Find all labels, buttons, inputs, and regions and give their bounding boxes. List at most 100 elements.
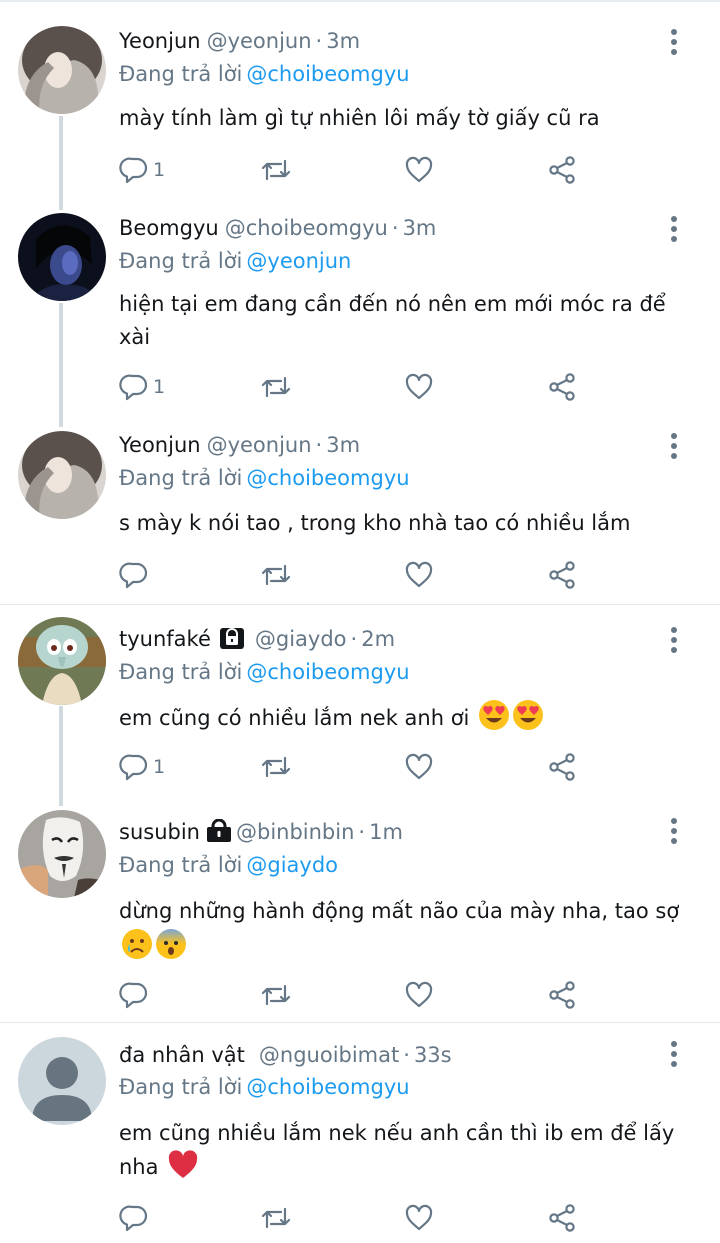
retweet-button[interactable]: [259, 557, 293, 593]
avatar[interactable]: [18, 213, 106, 301]
username[interactable]: @binbinbin: [236, 820, 354, 844]
mention-link[interactable]: @choibeomgyu: [246, 62, 409, 86]
reply-button[interactable]: [119, 977, 153, 1013]
heart-icon: [405, 753, 433, 780]
timestamp[interactable]: 33s: [414, 1043, 452, 1067]
more-vertical-icon[interactable]: [664, 816, 684, 846]
reply-button[interactable]: 1: [119, 152, 165, 188]
mention-link[interactable]: @yeonjun: [246, 249, 351, 273]
share-button[interactable]: [547, 1200, 577, 1236]
like-button[interactable]: [404, 1200, 434, 1236]
tweet[interactable]: Beomgyu @choibeomgyu · 3m Đang trả lời @yeon…: [0, 210, 720, 427]
tweet-header: tyunfaké @giaydo · 2m: [119, 625, 395, 657]
reply-count: 1: [153, 376, 166, 398]
more-vertical-icon[interactable]: [664, 214, 684, 244]
tweet[interactable]: đa nhân vật @nguoibimat · 33s Đang trả lời @…: [0, 1023, 720, 1243]
avatar[interactable]: [18, 810, 106, 898]
replying-label: Đang trả lời: [119, 249, 243, 273]
more-vertical-icon[interactable]: [664, 431, 684, 461]
separator-dot: ·: [350, 627, 358, 651]
retweet-button[interactable]: [259, 977, 293, 1013]
reply-icon: [119, 754, 148, 781]
timestamp[interactable]: 3m: [403, 216, 437, 240]
username[interactable]: @choibeomgyu: [225, 216, 388, 240]
replying-to: Đang trả lời @choibeomgyu: [119, 658, 410, 686]
reply-count: 1: [153, 756, 166, 778]
tweet-text: dừng những hành động mất não của mày nha…: [119, 895, 689, 970]
share-button[interactable]: [547, 557, 577, 593]
retweet-button[interactable]: [259, 152, 293, 188]
like-button[interactable]: [404, 977, 434, 1013]
mention-link[interactable]: @choibeomgyu: [246, 660, 409, 684]
username[interactable]: @nguoibimat: [259, 1043, 399, 1067]
replying-label: Đang trả lời: [119, 466, 243, 490]
like-button[interactable]: [404, 152, 434, 188]
display-name[interactable]: tyunfaké: [119, 627, 211, 651]
separator-dot: ·: [403, 1043, 410, 1067]
reply-button[interactable]: 1: [119, 369, 165, 405]
username[interactable]: @giaydo: [255, 627, 347, 651]
tweet-text: mày tính làm gì tự nhiên lôi mấy tờ giấy…: [119, 102, 689, 135]
display-name[interactable]: susubin: [119, 820, 200, 844]
display-name[interactable]: Yeonjun: [119, 433, 201, 457]
more-vertical-icon[interactable]: [664, 625, 684, 655]
display-name[interactable]: Yeonjun: [119, 29, 201, 53]
retweet-button[interactable]: [259, 1200, 293, 1236]
replying-to: Đang trả lời @yeonjun: [119, 247, 351, 275]
reply-icon: [119, 562, 148, 589]
timestamp[interactable]: 3m: [326, 433, 360, 457]
timestamp[interactable]: 2m: [361, 627, 395, 651]
tweet-actions: [119, 557, 589, 593]
mention-link[interactable]: @choibeomgyu: [246, 466, 409, 490]
tweet-actions: [119, 1200, 589, 1236]
tweet[interactable]: tyunfaké @giaydo · 2m Đang trả lời @choibeom…: [0, 605, 720, 807]
tweet-actions: [119, 977, 589, 1013]
retweet-button[interactable]: [259, 369, 293, 405]
mention-link[interactable]: @choibeomgyu: [246, 1075, 409, 1099]
tweet-text-content: hiện tại em đang cần đến nó nên em mới m…: [119, 292, 666, 349]
timestamp[interactable]: 1m: [369, 820, 403, 844]
username[interactable]: @yeonjun: [207, 433, 312, 457]
username[interactable]: @yeonjun: [207, 29, 312, 53]
timestamp[interactable]: 3m: [326, 29, 360, 53]
replying-label: Đang trả lời: [119, 853, 243, 877]
reply-button[interactable]: [119, 557, 153, 593]
retweet-button[interactable]: [259, 749, 293, 785]
share-icon: [549, 753, 575, 781]
more-vertical-icon[interactable]: [664, 1039, 684, 1069]
tweet[interactable]: Yeonjun @yeonjun · 3m Đang trả lời @choibeom…: [0, 0, 720, 210]
tweet[interactable]: susubin @binbinbin · 1m Đang trả lời @giaydo…: [0, 807, 720, 1022]
avatar[interactable]: [18, 431, 106, 519]
retweet-icon: [261, 376, 291, 398]
reply-icon: [119, 374, 148, 401]
replying-to: Đang trả lời @giaydo: [119, 851, 338, 879]
more-vertical-icon[interactable]: [664, 27, 684, 57]
fearful-face-emoji: [155, 928, 187, 970]
display-name[interactable]: đa nhân vật: [119, 1043, 245, 1067]
tweet-actions: 1: [119, 749, 589, 785]
red-heart-emoji: [167, 1150, 199, 1190]
like-button[interactable]: [404, 749, 434, 785]
avatar[interactable]: [18, 617, 106, 705]
tweet-header: đa nhân vật @nguoibimat · 33s: [119, 1041, 452, 1069]
like-button[interactable]: [404, 369, 434, 405]
reply-count: 1: [153, 159, 166, 181]
tweet-text-content: s mày k nói tao , trong kho nhà tao có n…: [119, 511, 631, 535]
share-button[interactable]: [547, 977, 577, 1013]
display-name[interactable]: Beomgyu: [119, 216, 219, 240]
reply-button[interactable]: [119, 1200, 153, 1236]
crying-face-emoji: [121, 928, 153, 970]
share-button[interactable]: [547, 152, 577, 188]
like-button[interactable]: [404, 557, 434, 593]
separator-dot: ·: [315, 29, 323, 53]
tweet[interactable]: Yeonjun @yeonjun · 3m Đang trả lời @choibeom…: [0, 427, 720, 604]
tweet-header: susubin @binbinbin · 1m: [119, 818, 403, 850]
avatar[interactable]: [18, 26, 106, 114]
mention-link[interactable]: @giaydo: [246, 853, 338, 877]
replying-label: Đang trả lời: [119, 660, 243, 684]
share-button[interactable]: [547, 369, 577, 405]
share-button[interactable]: [547, 749, 577, 785]
reply-button[interactable]: 1: [119, 749, 165, 785]
tweet-header: Yeonjun @yeonjun · 3m: [119, 431, 360, 459]
default-avatar[interactable]: [18, 1037, 106, 1125]
